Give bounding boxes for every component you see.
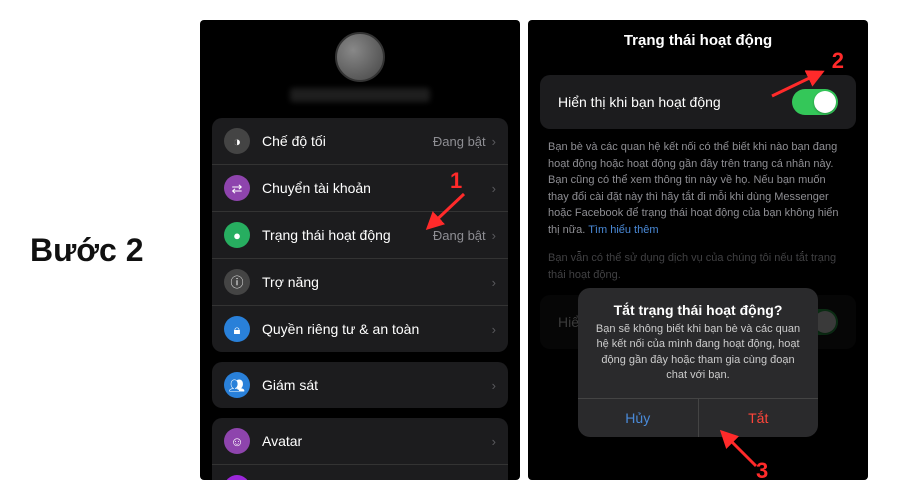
row-label: Trợ năng — [262, 274, 492, 290]
avatar-icon: ☺ — [224, 428, 250, 454]
confirm-button[interactable]: Tắt — [698, 399, 819, 437]
dialog-body: Bạn sẽ không biết khi bạn bè và các quan… — [578, 322, 818, 398]
supervision-icon: 👥︎ — [224, 372, 250, 398]
row-dark-mode[interactable]: ◑ Chế độ tối Đang bật › — [212, 118, 508, 165]
description-1: Bạn bè và các quan hệ kết nối có thể biế… — [528, 139, 868, 238]
chevron-right-icon: › — [492, 181, 496, 196]
row-label: Avatar — [262, 433, 492, 449]
phone-settings: ◑ Chế độ tối Đang bật › ⇄ Chuyển tài kho… — [200, 20, 520, 480]
profile-name-blurred — [290, 88, 430, 102]
privacy-icon: 🔒︎ — [224, 316, 250, 342]
accessibility-icon: ⓘ — [224, 269, 250, 295]
chevron-right-icon: › — [492, 275, 496, 290]
row-label: Trạng thái hoạt động — [262, 227, 433, 243]
row-notifications[interactable]: 🔔︎ Thông báo & âm thanh Đang bật › — [212, 465, 508, 480]
confirm-dialog: Tắt trạng thái hoạt động? Bạn sẽ không b… — [578, 288, 818, 437]
settings-group-2: 👥︎ Giám sát › — [212, 362, 508, 408]
bell-icon: 🔔︎ — [224, 475, 250, 480]
toggle-switch[interactable] — [792, 89, 838, 115]
row-avatar[interactable]: ☺ Avatar › — [212, 418, 508, 465]
chevron-right-icon: › — [492, 434, 496, 449]
settings-group-3: ☺ Avatar › 🔔︎ Thông báo & âm thanh Đang … — [212, 418, 508, 480]
row-label: Chuyển tài khoản — [262, 180, 492, 196]
row-value: Đang bật — [433, 134, 486, 149]
row-switch-account[interactable]: ⇄ Chuyển tài khoản › — [212, 165, 508, 212]
settings-group-1: ◑ Chế độ tối Đang bật › ⇄ Chuyển tài kho… — [212, 118, 508, 352]
row-active-status[interactable]: ● Trạng thái hoạt động Đang bật › — [212, 212, 508, 259]
row-privacy[interactable]: 🔒︎ Quyền riêng tư & an toàn › — [212, 306, 508, 352]
dialog-title: Tắt trạng thái hoạt động? — [578, 288, 818, 322]
row-value: Đang bật — [433, 228, 486, 243]
row-label: Giám sát — [262, 377, 492, 393]
chevron-right-icon: › — [492, 228, 496, 243]
cancel-button[interactable]: Hủy — [578, 399, 698, 437]
step-label: Bước 2 — [0, 232, 200, 269]
chevron-right-icon: › — [492, 378, 496, 393]
toggle-show-active[interactable]: Hiển thị khi bạn hoạt động — [540, 75, 856, 129]
row-label: Quyền riêng tư & an toàn — [262, 321, 492, 337]
page-title: Trạng thái hoạt động — [528, 20, 868, 57]
chevron-right-icon: › — [492, 322, 496, 337]
learn-more-link[interactable]: Tìm hiểu thêm — [588, 224, 658, 236]
row-supervision[interactable]: 👥︎ Giám sát › — [212, 362, 508, 408]
phones-container: ◑ Chế độ tối Đang bật › ⇄ Chuyển tài kho… — [200, 10, 868, 490]
chevron-right-icon: › — [492, 134, 496, 149]
row-label: Chế độ tối — [262, 133, 433, 149]
active-status-icon: ● — [224, 222, 250, 248]
toggle-knob — [814, 91, 836, 113]
profile-header — [200, 20, 520, 108]
avatar[interactable] — [335, 32, 385, 82]
toggle-label: Hiển thị khi bạn hoạt động — [558, 94, 721, 110]
moon-icon: ◑ — [224, 128, 250, 154]
row-accessibility[interactable]: ⓘ Trợ năng › — [212, 259, 508, 306]
phone-active-status: Trạng thái hoạt động Hiển thị khi bạn ho… — [528, 20, 868, 480]
switch-account-icon: ⇄ — [224, 175, 250, 201]
dialog-buttons: Hủy Tắt — [578, 398, 818, 437]
